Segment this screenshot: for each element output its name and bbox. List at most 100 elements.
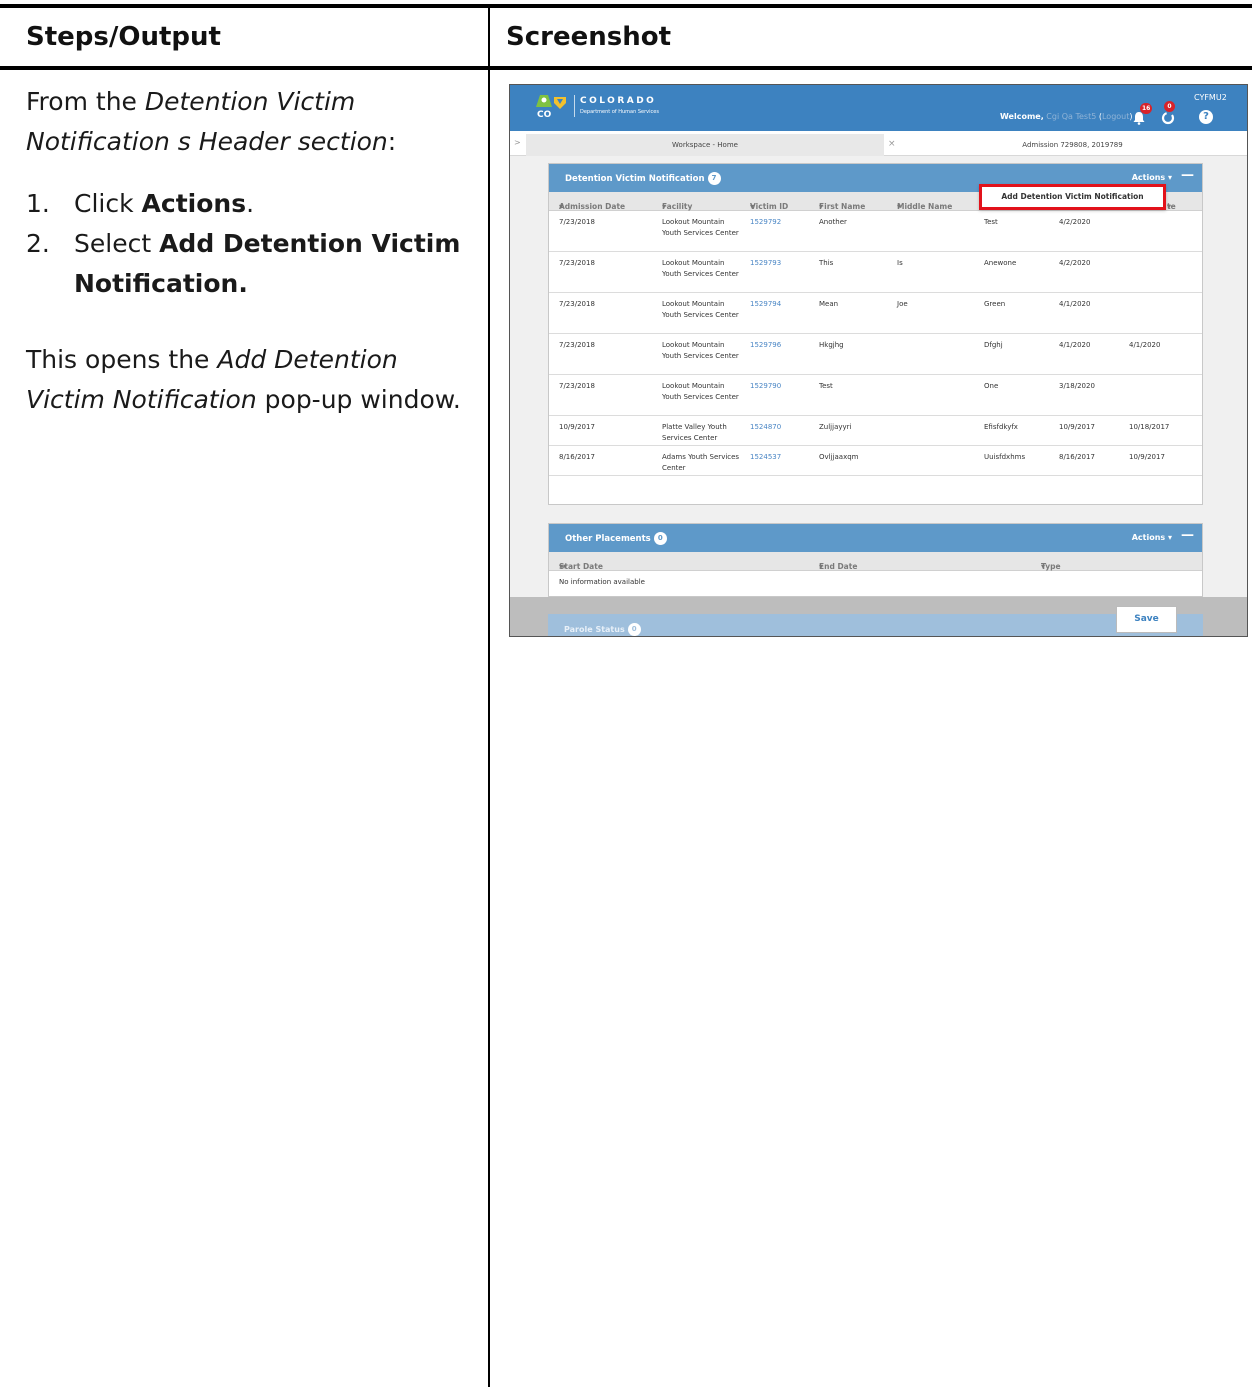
step-item: 1. Click Actions. (26, 184, 476, 224)
cell-date1: 3/18/2020 (1059, 382, 1095, 390)
record-count-badge: 0 (653, 532, 667, 545)
chevron-right-icon[interactable]: > (514, 138, 521, 147)
sort-filter-icon[interactable]: ▾▾ (559, 562, 567, 571)
column-header-label: Middle Name (897, 202, 953, 211)
panel-header: Other Placements 0 Actions ▾ — (549, 524, 1202, 552)
cell-admission: 10/9/2017 (559, 423, 595, 431)
cell-victim-id[interactable]: 1529796 (750, 340, 781, 351)
cell-date1: 10/9/2017 (1059, 423, 1095, 431)
steps-column-header: Steps/Output (26, 22, 221, 52)
cell-date1: 4/1/2020 (1059, 300, 1091, 308)
cell-admission: 7/23/2018 (559, 259, 595, 267)
filter-icon[interactable]: ▾ (1167, 202, 1171, 211)
add-detention-victim-notification-menu-item[interactable]: Add Detention Victim Notification (979, 184, 1166, 210)
filter-icon[interactable]: ▾ (559, 202, 563, 211)
cell-date2: 4/1/2020 (1129, 341, 1161, 349)
cell-facility: Lookout Mountain Youth Services Center (662, 341, 739, 360)
cell-date1: 8/16/2017 (1059, 453, 1095, 461)
cell-admission: 7/23/2018 (559, 218, 595, 226)
help-icon[interactable]: ? (1199, 110, 1213, 124)
filter-icon[interactable]: ▾ (662, 202, 666, 211)
table-row[interactable]: 7/23/2018 Lookout Mountain Youth Services… (549, 211, 1202, 252)
logo-title: COLORADO (580, 96, 657, 106)
logout-link[interactable]: Logout (1102, 112, 1129, 121)
cell-admission: 8/16/2017 (559, 453, 595, 461)
panel-title-text: Detention Victim Notification (565, 174, 705, 184)
record-count-badge: 0 (627, 623, 641, 636)
step-item: 2. Select Add Detention Victim Notificat… (26, 224, 476, 304)
intro-tail: : (387, 127, 397, 156)
cell-date2: 10/9/2017 (1129, 453, 1165, 461)
tab-admission[interactable]: Admission 729808, 2019789 (900, 134, 1245, 156)
cell-first: Another (819, 218, 847, 226)
table-row[interactable]: 7/23/2018 Lookout Mountain Youth Services… (549, 334, 1202, 375)
column-header-label: First Name (819, 202, 866, 211)
cell-middle: Is (897, 259, 903, 267)
step-number: 2. (26, 229, 50, 258)
step-bold-text: Actions (141, 189, 247, 218)
filter-icon[interactable]: ▾ (819, 562, 823, 571)
cell-victim-id[interactable]: 1524870 (750, 422, 781, 433)
actions-menu-button[interactable]: Actions ▾ (1132, 533, 1172, 542)
table-row[interactable]: 7/23/2018 Lookout Mountain Youth Services… (549, 293, 1202, 334)
panel-title-text: Other Placements (565, 534, 651, 544)
minimize-icon[interactable]: — (1181, 528, 1194, 543)
welcome-prefix: Welcome, (1000, 112, 1044, 121)
actions-menu-button[interactable]: Actions ▾ (1132, 173, 1172, 182)
cell-last: Dfghj (984, 341, 1003, 349)
cell-date1: 4/2/2020 (1059, 218, 1091, 226)
step-number: 1. (26, 189, 50, 218)
table-row[interactable]: 7/23/2018 Lookout Mountain Youth Services… (549, 252, 1202, 293)
colorado-logo-icon: CO (536, 95, 566, 119)
column-header-label: Victim ID (750, 202, 789, 211)
user-name: Cgi Qa Test5 (1046, 112, 1097, 121)
intro-paragraph: From the Detention Victim Notification s… (26, 82, 476, 162)
cell-last: Test (984, 218, 998, 226)
tab-workspace-home[interactable]: Workspace - Home (526, 134, 884, 156)
cell-last: Uuisfdxhms (984, 453, 1026, 461)
empty-state-text: No information available (559, 578, 645, 586)
cell-victim-id[interactable]: 1529793 (750, 258, 781, 269)
table-header-row: Start Date ▾▾ End Date ▾ Type ▾ (549, 552, 1202, 571)
cell-admission: 7/23/2018 (559, 341, 595, 349)
outro-paragraph: This opens the Add Detention Victim Noti… (26, 340, 476, 420)
cell-facility: Lookout Mountain Youth Services Center (662, 300, 739, 319)
cell-victim-id[interactable]: 1529794 (750, 299, 781, 310)
cell-facility: Adams Youth Services Center (662, 453, 740, 472)
svg-text:CO: CO (537, 110, 552, 119)
cell-middle: Joe (897, 300, 908, 308)
table-row[interactable]: 7/23/2018 Lookout Mountain Youth Services… (549, 375, 1202, 416)
table-row[interactable]: 8/16/2017 Adams Youth Services Center 1524… (549, 446, 1202, 476)
table-header-rule (0, 66, 1252, 70)
cell-last: Efisfdkyfx (984, 423, 1018, 431)
save-button[interactable]: Save (1116, 606, 1177, 633)
cell-facility: Platte Valley Youth Services Center (662, 423, 727, 442)
filter-icon[interactable]: ▾ (897, 202, 901, 211)
tab-bar: > Workspace - Home × Admission 729808, 2… (510, 134, 1247, 156)
cell-first: Hkgjhg (819, 341, 844, 349)
filter-icon[interactable]: ▾ (750, 202, 754, 211)
table-top-rule (0, 4, 1252, 8)
column-header-label: Admission Date (559, 202, 626, 211)
screenshot-column-header: Screenshot (506, 22, 672, 52)
close-icon[interactable]: × (888, 139, 896, 149)
sync-icon[interactable] (1161, 111, 1175, 125)
steps-list: 1. Click Actions. 2. Select Add Detentio… (26, 184, 476, 304)
table-row[interactable]: 10/9/2017 Platte Valley Youth Services Ce… (549, 416, 1202, 446)
table-body: 7/23/2018 Lookout Mountain Youth Services… (549, 211, 1202, 476)
user-code: CYFMU2 (1194, 93, 1227, 102)
cell-victim-id[interactable]: 1529792 (750, 217, 781, 228)
cell-last: One (984, 382, 999, 390)
cell-victim-id[interactable]: 1524537 (750, 452, 781, 463)
record-count-badge: 7 (707, 172, 721, 185)
filter-icon[interactable]: ▾ (819, 202, 823, 211)
cell-admission: 7/23/2018 (559, 300, 595, 308)
filter-icon[interactable]: ▾ (1041, 562, 1045, 571)
minimize-icon[interactable]: — (1181, 168, 1194, 183)
detention-victim-notification-panel: Detention Victim Notification 7 Actions ▾… (548, 163, 1203, 505)
cell-facility: Lookout Mountain Youth Services Center (662, 218, 739, 237)
notification-count-badge: 16 (1140, 103, 1153, 114)
table-column-divider (488, 4, 490, 1387)
cell-victim-id[interactable]: 1529790 (750, 381, 781, 392)
logo-subtitle: Department of Human Services (580, 109, 659, 115)
